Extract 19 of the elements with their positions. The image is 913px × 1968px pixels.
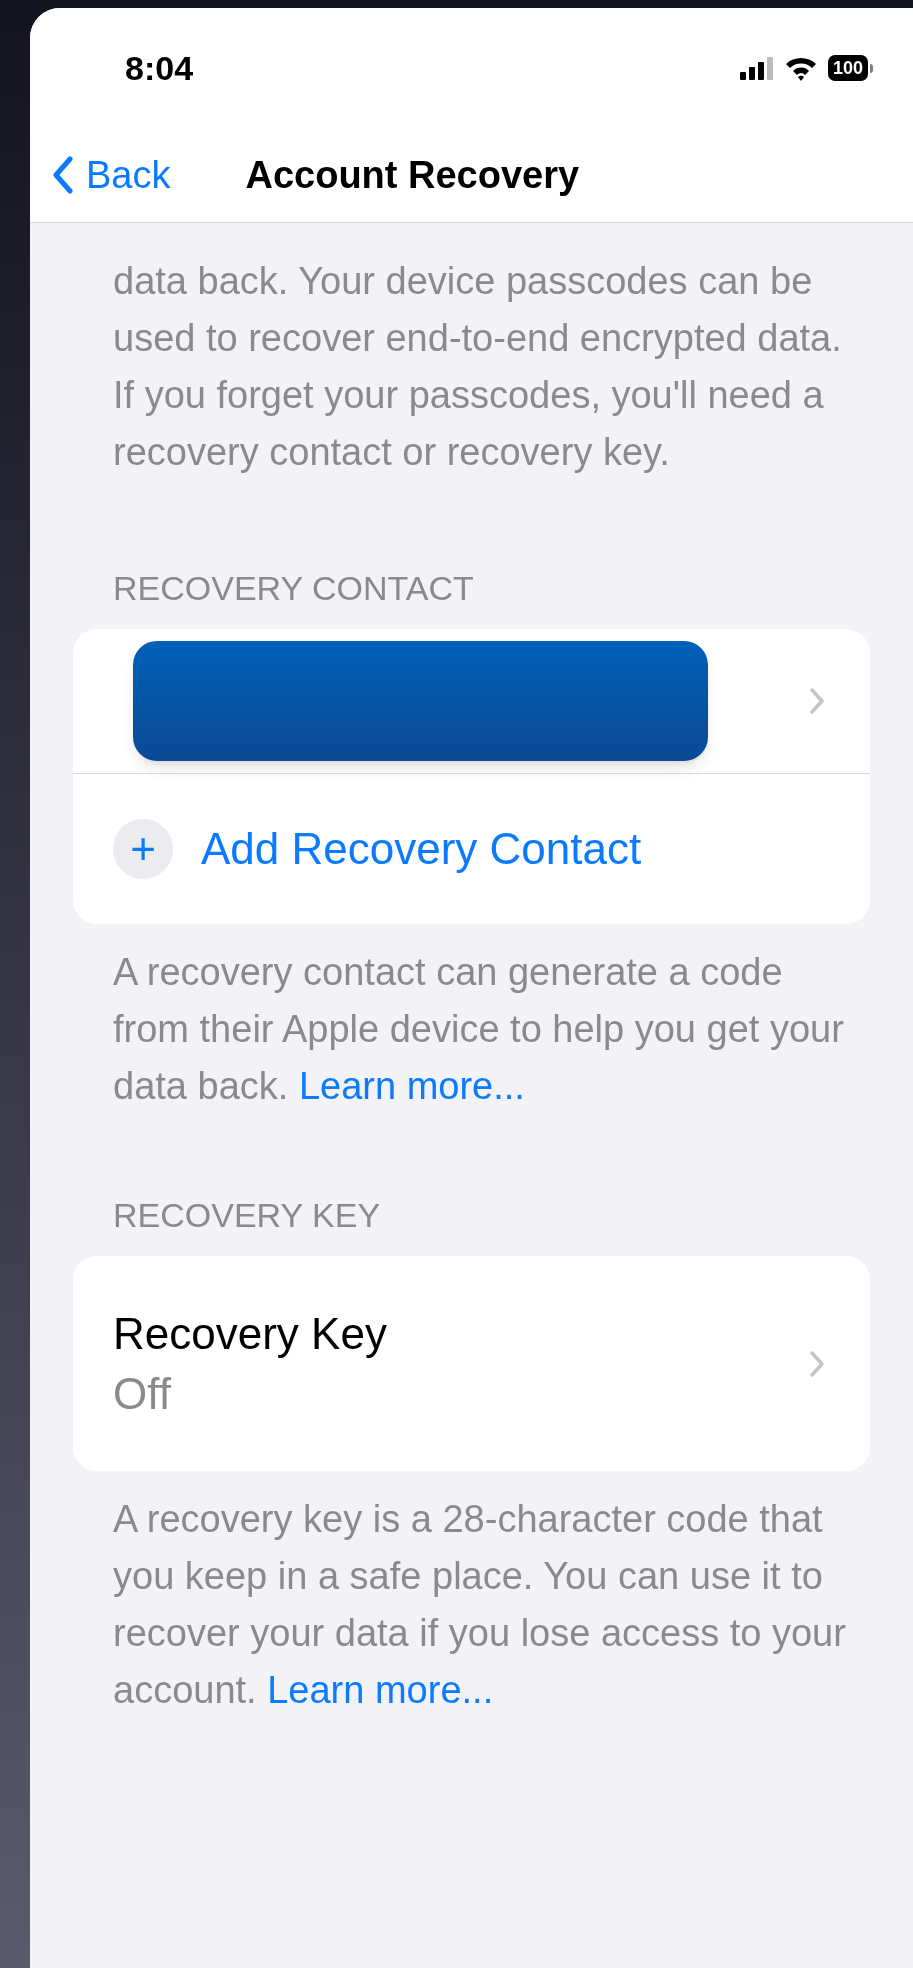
learn-more-link[interactable]: Learn more... [298, 1065, 525, 1107]
page-title: Account Recovery [245, 152, 580, 198]
section-header: RECOVERY CONTACT [112, 568, 475, 609]
row-value: Off [113, 1367, 172, 1420]
chevron-icon [809, 687, 825, 715]
section-footer-text: A recovery contact can generate a code from their Apple device to help you get your data back. Learn more... [112, 950, 845, 1109]
status-time: 8:04 [125, 47, 194, 89]
learn-more-link[interactable]: Learn more... [267, 1669, 494, 1711]
row-title: Recovery Key [113, 1307, 387, 1360]
section-footer-text: A recovery key is a 28-character code that you keep in a safe place. You can use it to recover your data if you lose access to your account. Learn more... [112, 1497, 847, 1713]
battery-level: 100 [827, 55, 868, 81]
back-chevron-icon [52, 156, 74, 194]
section-header: RECOVERY KEY [112, 1195, 382, 1236]
signal-icon [739, 56, 774, 80]
add-icon: + [113, 819, 173, 879]
chevron-icon [809, 1349, 825, 1378]
intro-text: data back. Your device passcodes can be used to recover end-to-end encrypted data. If you forget your passcodes, you'll need a recovery contact or recovery key. [112, 259, 843, 475]
add-recovery-contact-button[interactable]: Add Recovery Contact [201, 816, 642, 882]
back-button[interactable]: Back [30, 146, 171, 204]
